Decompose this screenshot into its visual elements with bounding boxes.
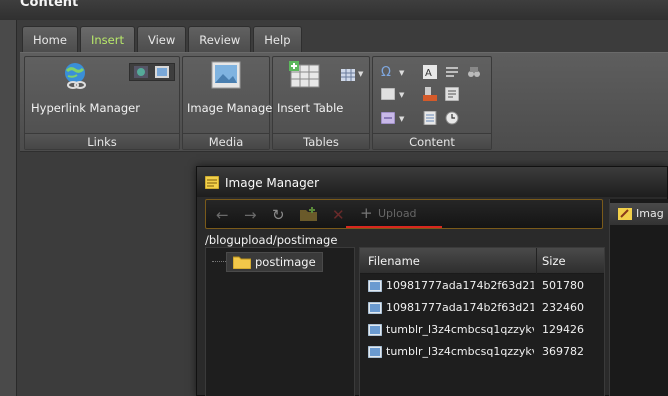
ribbon: Hyperlink Manager Links Image Manager Me…	[20, 52, 668, 152]
svg-text:A: A	[425, 68, 432, 79]
ribbon-group-media: Image Manager Media	[182, 56, 277, 150]
column-filename[interactable]: Filename	[368, 254, 420, 268]
ribbon-group-tables: Insert Table ▼ Tables	[272, 56, 370, 150]
hyperlink-manager-button[interactable]: Hyperlink Manager	[25, 57, 140, 129]
column-size[interactable]: Size	[542, 254, 566, 268]
clock-icon[interactable]	[445, 111, 459, 125]
image-manager-dialog: Image Manager ← → ↻ ✕ + Upload Imag /blo…	[196, 166, 668, 396]
table-wizard-dropdown[interactable]: ▼	[341, 67, 365, 83]
media-group-label: Media	[183, 133, 269, 149]
tab-insert[interactable]: Insert	[79, 26, 135, 52]
dialog-titlebar[interactable]: Image Manager	[197, 167, 667, 197]
image-manager-label: Image Manager	[187, 101, 278, 115]
table-row[interactable]: tumblr_l3z4cmbcsq1qzzykvo 129426	[360, 320, 604, 342]
template-icon[interactable]	[445, 87, 459, 101]
folder-icon	[233, 256, 251, 269]
tab-review[interactable]: Review	[188, 26, 252, 52]
chevron-down-icon: ▼	[399, 91, 405, 99]
folder-tree: postimage	[205, 247, 355, 396]
row-filename: tumblr_l3z4cmbcsq1qzzykvo	[386, 323, 534, 336]
image-file-icon	[368, 280, 382, 292]
window-title: Content	[20, 0, 79, 10]
snippet-icon	[381, 88, 395, 100]
tab-help[interactable]: Help	[253, 26, 302, 52]
chevron-down-icon: ▼	[399, 69, 405, 77]
chevron-down-icon: ▼	[399, 115, 405, 123]
table-row[interactable]: tumblr_l3z4cmbcsq1qzzykvo 369782	[360, 342, 604, 364]
custom-link-dropdown[interactable]: ▼	[381, 111, 409, 127]
column-divider[interactable]	[536, 248, 537, 274]
dialog-toolbar: ← → ↻ ✕ + Upload	[205, 199, 603, 229]
tree-node-label: postimage	[255, 255, 316, 269]
forward-arrow-icon[interactable]: →	[244, 206, 257, 224]
upload-button[interactable]: Upload	[378, 207, 417, 220]
ribbon-group-links: Hyperlink Manager Links	[24, 56, 180, 150]
tree-node-postimage[interactable]: postimage	[226, 252, 323, 272]
insert-table-button[interactable]: Insert Table	[273, 57, 343, 129]
image-editor-tab[interactable]: Imag	[610, 203, 668, 225]
format-stripper-icon[interactable]	[423, 87, 437, 101]
image-manager-button[interactable]: Image Manager	[183, 57, 277, 129]
grid-header: Filename Size	[360, 248, 604, 274]
dialog-window-icon	[205, 176, 219, 189]
row-filename: 10981777ada174b2f63d21245	[386, 279, 534, 292]
row-size: 129426	[542, 323, 584, 336]
image-editor-tab-label: Imag	[636, 207, 664, 220]
insert-table-label: Insert Table	[277, 101, 344, 115]
table-row[interactable]: 10981777ada174b2f63d21245 232460	[360, 298, 604, 320]
chevron-down-icon: ▼	[358, 70, 364, 78]
image-icon	[211, 61, 241, 89]
row-filename: 10981777ada174b2f63d21245	[386, 301, 534, 314]
spell-check-icon[interactable]: A	[423, 65, 437, 79]
file-grid: Filename Size 10981777ada174b2f63d21245 …	[359, 247, 605, 396]
symbol-dropdown[interactable]: Ω ▼	[381, 65, 409, 81]
upload-plus-icon[interactable]: +	[360, 204, 373, 222]
globe-small-icon[interactable]	[133, 65, 149, 79]
table-icon	[289, 61, 320, 88]
window-titlebar: Content	[0, 0, 668, 20]
content-group-label: Content	[373, 133, 491, 149]
tab-view[interactable]: View	[136, 26, 187, 52]
refresh-icon[interactable]: ↻	[272, 206, 285, 224]
row-filename: tumblr_l3z4cmbcsq1qzzykvo	[386, 345, 534, 358]
hyperlink-manager-label: Hyperlink Manager	[31, 101, 140, 115]
delete-icon[interactable]: ✕	[332, 206, 345, 224]
upload-underline	[346, 226, 442, 228]
tree-connector	[212, 261, 226, 262]
links-group-label: Links	[25, 133, 179, 149]
row-size: 369782	[542, 345, 584, 358]
preview-panel: Imag	[609, 199, 668, 396]
insert-snippet-dropdown[interactable]: ▼	[381, 87, 409, 103]
table-small-icon	[341, 69, 355, 81]
form-element-icon	[381, 112, 395, 124]
back-arrow-icon[interactable]: ←	[216, 206, 229, 224]
document-icon[interactable]	[423, 111, 437, 125]
new-folder-icon[interactable]	[300, 207, 318, 221]
row-size: 501780	[542, 279, 584, 292]
tables-group-label: Tables	[273, 133, 369, 149]
image-file-icon	[368, 324, 382, 336]
dialog-title: Image Manager	[225, 176, 319, 190]
globe-link-icon	[65, 63, 86, 89]
omega-icon: Ω	[381, 65, 391, 80]
row-size: 232460	[542, 301, 584, 314]
find-replace-icon[interactable]	[467, 65, 481, 79]
image-edit-icon	[618, 208, 632, 220]
paragraph-icon[interactable]	[445, 65, 459, 79]
image-link-icon[interactable]	[154, 65, 170, 79]
current-path: /blogupload/postimage	[205, 233, 338, 247]
image-file-icon	[368, 302, 382, 314]
link-small-buttons	[129, 63, 175, 81]
table-row[interactable]: 10981777ada174b2f63d21245 501780	[360, 276, 604, 298]
tab-home[interactable]: Home	[22, 26, 78, 52]
ribbon-tabs: Home Insert View Review Help	[22, 26, 302, 52]
ribbon-group-content: Ω ▼ ▼ ▼ A Content	[372, 56, 492, 150]
image-file-icon	[368, 346, 382, 358]
